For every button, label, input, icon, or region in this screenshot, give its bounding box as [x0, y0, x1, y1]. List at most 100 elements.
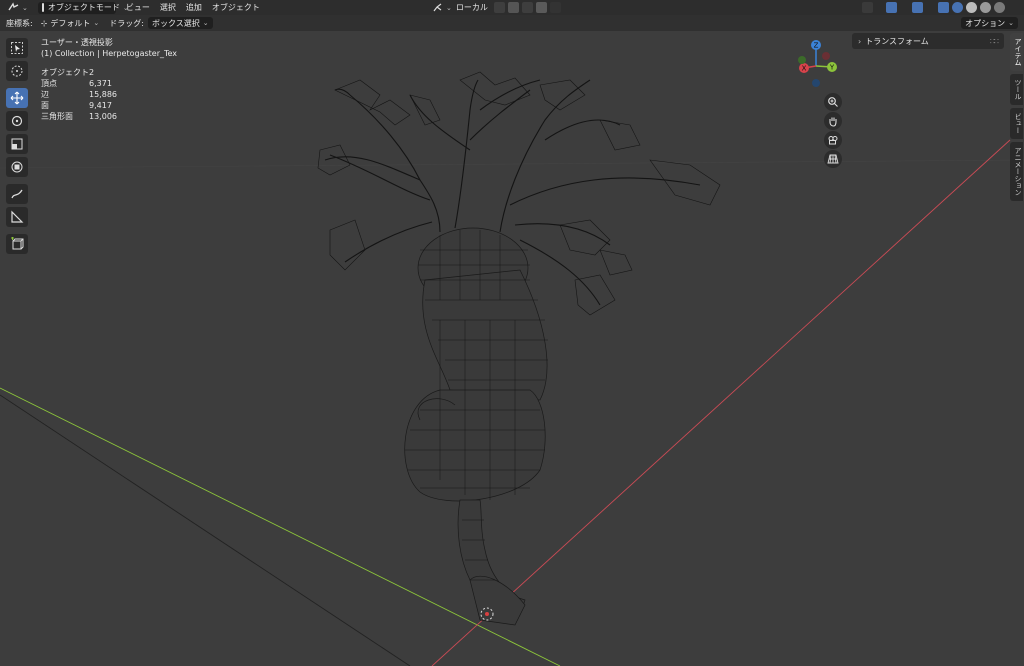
drag-handle-icon[interactable]: ∷∷: [990, 37, 999, 46]
mode-dropdown[interactable]: オブジェクトモード ⌄: [37, 1, 129, 14]
stat-label: 頂点: [41, 79, 57, 88]
axis-icon: ⊹: [40, 18, 48, 28]
rotate-tool[interactable]: [6, 111, 28, 131]
stat-value: 9,417: [89, 101, 112, 110]
transform-title: トランスフォーム: [865, 36, 929, 46]
mode-label: オブジェクトモード: [47, 3, 120, 12]
measure-icon: [11, 210, 24, 223]
tab-view[interactable]: ビュー: [1010, 108, 1023, 139]
snap-icon[interactable]: [508, 2, 519, 13]
object-mode-icon: [41, 3, 44, 12]
transform-icon: [11, 161, 23, 173]
stat-value: 15,886: [89, 90, 117, 99]
options-label: オプション: [965, 18, 1006, 28]
hand-icon: [829, 117, 837, 127]
transform-tool[interactable]: [6, 157, 28, 177]
menu-select[interactable]: 選択: [156, 2, 180, 14]
stat-row: 頂点 6,371: [41, 78, 177, 89]
drag-value: ボックス選択: [151, 18, 200, 28]
grid-icon: [827, 154, 839, 164]
editor-type-dropdown[interactable]: ⌄: [4, 2, 32, 14]
orientation-icon: [433, 3, 442, 12]
collection-name: (1) Collection | Herpetogaster_Tex: [41, 49, 178, 58]
chevron-down-icon: ⌄: [1008, 19, 1014, 27]
camera-view-button[interactable]: [824, 131, 842, 149]
grid-line: [0, 394, 411, 666]
material-shading-icon[interactable]: [980, 2, 991, 13]
rendered-shading-icon[interactable]: [994, 2, 1005, 13]
stat-label: 面: [41, 101, 49, 110]
viewport-stats: ユーザー・透視投影 (1) Collection | Herpetogaster…: [41, 37, 177, 122]
move-tool[interactable]: [6, 88, 28, 108]
gizmo-toggle-icon[interactable]: [886, 2, 897, 13]
pan-button[interactable]: [824, 112, 842, 130]
perspective-toggle-button[interactable]: [824, 150, 842, 168]
options-dropdown[interactable]: オプション ⌄: [961, 17, 1018, 29]
viewport-canvas[interactable]: [0, 31, 1024, 666]
wireframe-shading-icon[interactable]: [952, 2, 963, 13]
stat-row: 辺 15,886: [41, 89, 177, 100]
move-icon: [10, 91, 24, 105]
drag-dropdown[interactable]: ボックス選択 ⌄: [147, 17, 213, 29]
zoom-icon: [828, 97, 838, 107]
snapping-group: [494, 2, 564, 13]
tab-item[interactable]: アイテム: [1010, 33, 1023, 71]
gizmo-y-label: Y: [829, 64, 835, 72]
scale-tool[interactable]: [6, 134, 28, 154]
chevron-down-icon: ⌄: [446, 3, 452, 12]
rotate-icon: [11, 115, 23, 127]
xray-toggle-icon[interactable]: [938, 2, 949, 13]
sidebar-tabs: アイテム ツール ビュー アニメーション: [1010, 33, 1024, 204]
gizmo-x-label: X: [802, 65, 807, 73]
solid-shading-icon[interactable]: [966, 2, 977, 13]
editor-type-icon: [8, 2, 19, 11]
annotate-tool[interactable]: [6, 184, 28, 204]
stat-value: 2: [89, 68, 95, 77]
stat-row: 三角形面 13,006: [41, 111, 177, 122]
orientation-label: ローカル: [455, 3, 488, 12]
falloff-icon[interactable]: [550, 2, 561, 13]
chevron-down-icon: ⌄: [202, 19, 209, 27]
select-box-icon: [11, 42, 23, 54]
cursor-tool[interactable]: [6, 61, 28, 81]
tab-animation[interactable]: アニメーション: [1010, 142, 1023, 201]
add-cube-tool[interactable]: [6, 234, 28, 254]
coord-dropdown[interactable]: ⊹ デフォルト ⌄: [37, 17, 104, 29]
view-name: ユーザー・透視投影: [41, 38, 113, 47]
tab-tool[interactable]: ツール: [1010, 74, 1023, 105]
stat-row: 面 9,417: [41, 100, 177, 111]
visibility-icon[interactable]: [862, 2, 873, 13]
stat-label: オブジェクト: [41, 68, 89, 77]
snap-target-icon[interactable]: [522, 2, 533, 13]
chevron-down-icon: ⌄: [93, 19, 100, 27]
horizon-line: [0, 159, 1024, 169]
cursor-icon: [11, 65, 23, 77]
coord-value: デフォルト: [50, 18, 91, 28]
stat-value: 13,006: [89, 112, 117, 121]
drag-label: ドラッグ:: [109, 18, 144, 28]
select-box-tool[interactable]: [6, 38, 28, 58]
navigation-gizmo[interactable]: Z Y X: [790, 36, 846, 92]
zoom-button[interactable]: [824, 93, 842, 111]
stat-row: オブジェクト 2: [41, 67, 177, 78]
annotate-icon: [11, 189, 23, 199]
proportional-edit-icon[interactable]: [536, 2, 547, 13]
overlay-toggle-icon[interactable]: [912, 2, 923, 13]
pivot-icon[interactable]: [494, 2, 505, 13]
tool-header: 座標系: ⊹ デフォルト ⌄ ドラッグ: ボックス選択 ⌄ オプション ⌄: [0, 15, 1024, 31]
scale-icon: [11, 138, 23, 150]
editor-header: ⌄ オブジェクトモード ⌄ ビュー 選択 追加 オブジェクト ⌄ ローカル ⌄: [0, 0, 1024, 15]
menu-add[interactable]: 追加: [182, 2, 206, 14]
measure-tool[interactable]: [6, 207, 28, 227]
coord-label: 座標系:: [6, 18, 33, 28]
stat-value: 6,371: [89, 79, 112, 88]
wireframe-mesh: [404, 227, 548, 626]
chevron-down-icon: ⌄: [22, 3, 28, 12]
viewport-shading-group: [862, 2, 1008, 13]
menu-view[interactable]: ビュー: [122, 2, 154, 14]
transform-panel-header[interactable]: › トランスフォーム ∷∷: [852, 33, 1004, 49]
chevron-right-icon: ›: [858, 36, 862, 46]
menu-object[interactable]: オブジェクト: [208, 2, 264, 14]
tool-shelf: [6, 38, 28, 257]
add-cube-icon: [11, 237, 24, 250]
